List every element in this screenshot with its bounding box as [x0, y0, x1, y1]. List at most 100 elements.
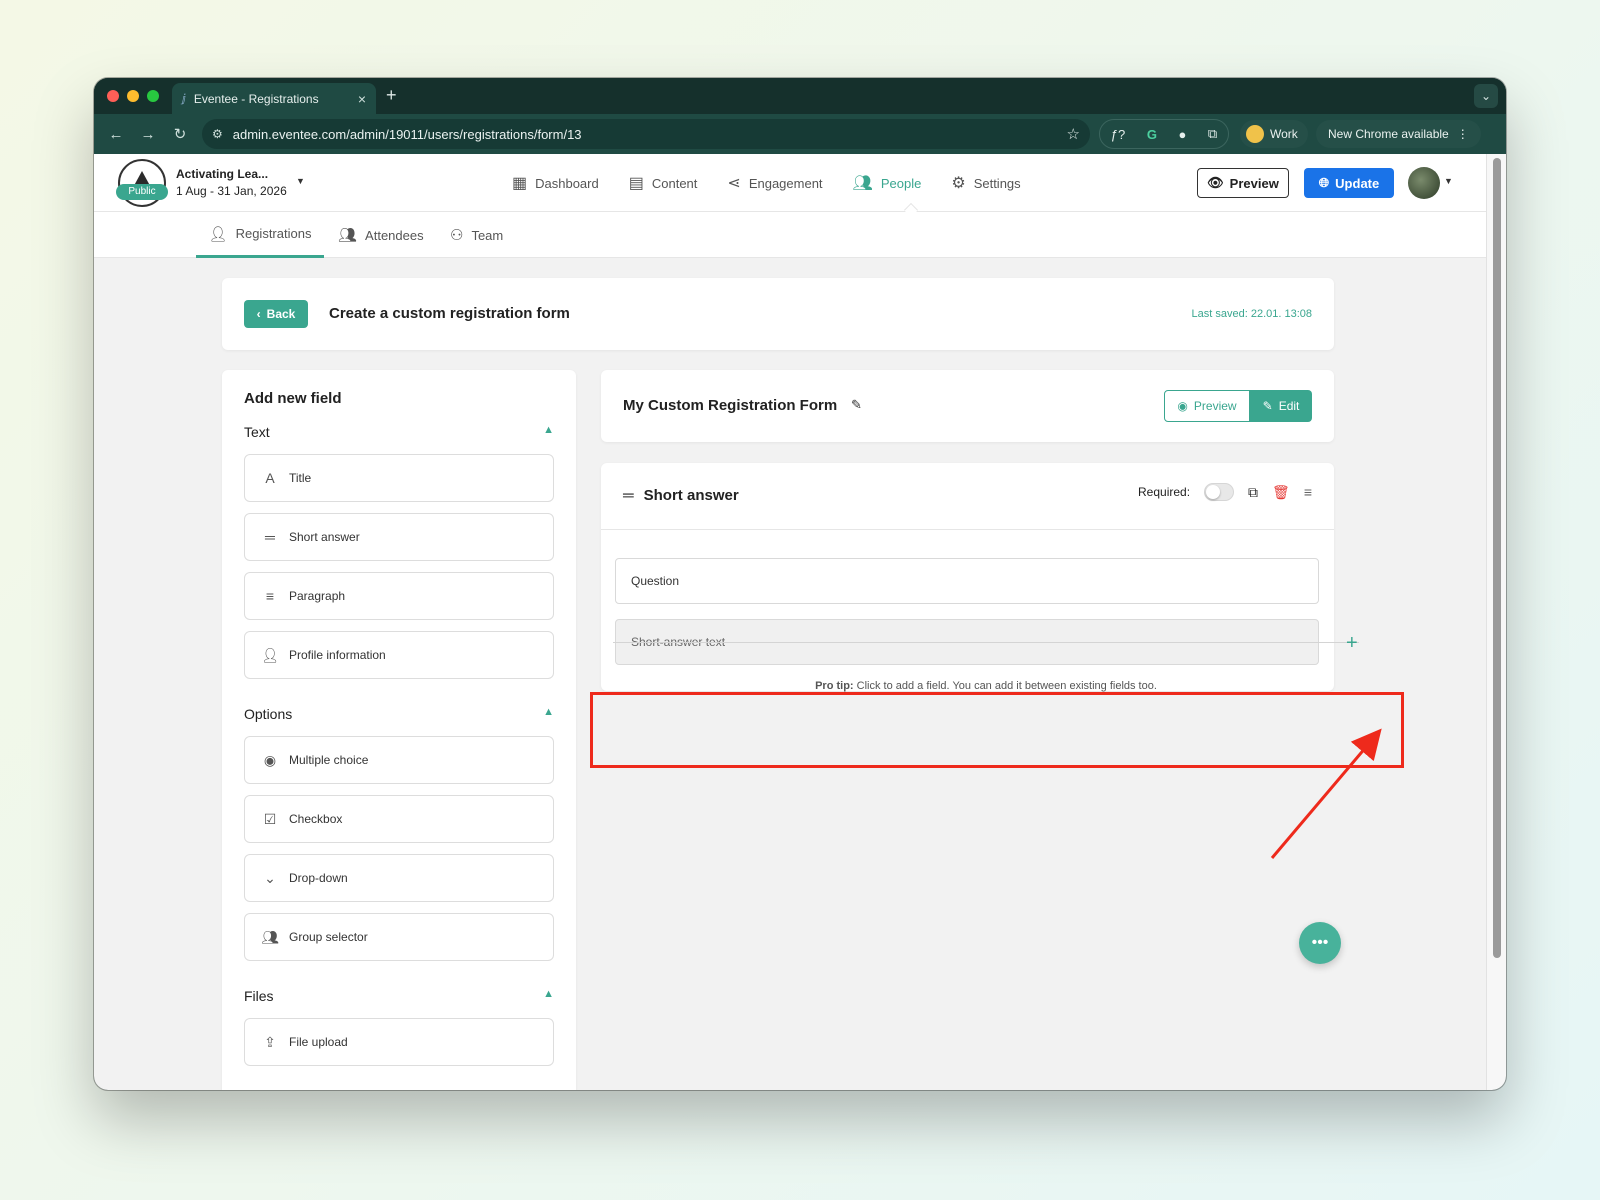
section-files-header[interactable]: Files ▲ [244, 988, 554, 1004]
field-paragraph-button[interactable]: ≡ Paragraph [244, 572, 554, 620]
field-group-selector-button[interactable]: 👥︎ Group selector [244, 913, 554, 961]
forward-arrow-icon[interactable]: → [132, 126, 164, 143]
user-check-icon: 👤︎ [208, 225, 228, 243]
puzzle-extensions-icon[interactable]: ⧉ [1208, 126, 1217, 142]
field-title-button[interactable]: A Title [244, 454, 554, 502]
nav-settings[interactable]: ⚙ Settings [951, 173, 1020, 193]
pro-tip-text: Click to add a field. You can add it bet… [856, 680, 1157, 692]
question-input[interactable]: Question [615, 558, 1319, 604]
close-tab-icon[interactable]: × [358, 91, 366, 107]
pro-tip: Pro tip: Click to add a field. You can a… [613, 680, 1359, 692]
form-header-card: ‹ Back Create a custom registration form… [222, 278, 1334, 350]
nav-label: Dashboard [535, 175, 599, 191]
field-multiple-choice-button[interactable]: ◉ Multiple choice [244, 736, 554, 784]
section-label: Text [244, 424, 270, 440]
chat-bubble-icon: ••• [1311, 934, 1329, 951]
nav-label: Content [651, 175, 698, 191]
close-window-button[interactable] [107, 90, 119, 102]
profile-chip[interactable]: Work [1240, 120, 1308, 148]
tab-search-chevron-icon[interactable]: ⌄ [1474, 84, 1498, 108]
event-name[interactable]: Activating Lea... [176, 167, 268, 181]
extensions-group: ƒ? G ● ⧉ [1099, 119, 1229, 149]
chrome-update-label: New Chrome available [1328, 127, 1449, 141]
new-tab-button[interactable]: + [386, 85, 397, 106]
file-upload-icon: ⇪ [264, 1033, 276, 1050]
font-extension-icon[interactable]: ƒ? [1111, 127, 1125, 142]
dropper-extension-icon[interactable]: ● [1179, 127, 1187, 142]
form-edit-button[interactable]: ✎ Edit [1250, 390, 1312, 422]
section-text-header[interactable]: Text ▲ [244, 424, 554, 440]
trash-icon[interactable]: 🗑︎ [1272, 484, 1290, 501]
section-label: Options [244, 706, 293, 722]
reload-icon[interactable]: ↻ [164, 125, 196, 143]
add-field-divider[interactable] [613, 642, 1359, 643]
back-button[interactable]: ‹ Back [244, 300, 308, 328]
required-toggle[interactable] [1204, 483, 1235, 501]
field-dropdown-button[interactable]: ⌄ Drop-down [244, 854, 554, 902]
nav-content[interactable]: ▤ Content [629, 173, 698, 193]
browser-window: ⅉ Eventee - Registrations × + ⌄ ← → ↻ ⚙ … [94, 78, 1506, 1090]
nav-label: Settings [973, 175, 1021, 191]
required-label: Required: [1138, 485, 1191, 499]
pro-tip-bold: Pro tip: [815, 680, 854, 692]
divider [601, 529, 1334, 530]
chevron-up-icon[interactable]: ▲ [543, 706, 554, 722]
add-field-plus-icon[interactable]: + [1346, 632, 1358, 655]
chevron-up-icon[interactable]: ▲ [543, 988, 554, 1004]
page-scrollbar[interactable] [1486, 154, 1506, 1090]
duplicate-icon[interactable]: ⧉ [1248, 484, 1258, 501]
nav-people[interactable]: 👥︎ People [853, 173, 922, 193]
subnav-attendees[interactable]: 👥︎ Attendees [338, 212, 424, 258]
page-title: Create a custom registration form [329, 305, 570, 322]
field-label: Multiple choice [289, 753, 369, 767]
address-bar[interactable]: ⚙ admin.eventee.com/admin/19011/users/re… [202, 119, 1090, 149]
profile-avatar-icon [1246, 125, 1264, 143]
field-label: Profile information [289, 648, 386, 662]
dropdown-circle-icon: ⌄ [264, 869, 276, 886]
field-profile-info-button[interactable]: 👤︎ Profile information [244, 631, 554, 679]
update-button[interactable]: 🌐︎ Update [1304, 168, 1394, 198]
back-label: Back [266, 307, 296, 321]
subnav-team[interactable]: ⚇ Team [450, 212, 503, 258]
event-switcher-caret-icon[interactable]: ▼ [296, 176, 305, 186]
pencil-icon[interactable]: ✎ [851, 397, 862, 413]
dashboard-icon: ▦ [512, 175, 528, 192]
scroll-thumb[interactable] [1493, 158, 1501, 958]
field-label: Drop-down [289, 871, 348, 885]
form-name: My Custom Registration Form [623, 397, 838, 414]
back-arrow-icon[interactable]: ← [100, 126, 132, 143]
avatar-caret-icon[interactable]: ▼ [1444, 176, 1453, 186]
browser-tab[interactable]: ⅉ Eventee - Registrations × [172, 83, 376, 114]
drag-handle-icon[interactable]: ≡ [1304, 484, 1312, 500]
maximize-window-button[interactable] [147, 90, 159, 102]
radio-icon: ◉ [263, 751, 277, 768]
tab-strip: ⅉ Eventee - Registrations × + ⌄ [94, 78, 1506, 114]
grammarly-icon[interactable]: G [1147, 127, 1157, 142]
preview-event-button[interactable]: 👁︎ Preview [1197, 168, 1289, 198]
form-preview-button[interactable]: ◉ Preview [1164, 390, 1250, 422]
field-label: Short answer [289, 530, 360, 544]
url-text[interactable]: admin.eventee.com/admin/19011/users/regi… [233, 127, 1067, 142]
browser-toolbar: ← → ↻ ⚙ admin.eventee.com/admin/19011/us… [94, 114, 1506, 154]
chevron-up-icon[interactable]: ▲ [543, 424, 554, 440]
field-label: Checkbox [289, 812, 343, 826]
preview-label: Preview [1229, 175, 1279, 191]
chat-support-button[interactable]: ••• [1299, 922, 1341, 964]
nav-engagement[interactable]: ⋖ Engagement [727, 173, 822, 193]
minimize-window-button[interactable] [127, 90, 139, 102]
chrome-update-chip[interactable]: New Chrome available ⋮ [1316, 120, 1481, 148]
subnav-registrations[interactable]: 👤︎ Registrations [196, 212, 324, 258]
section-options-header[interactable]: Options ▲ [244, 706, 554, 722]
nav-label: Engagement [748, 175, 823, 191]
question-type-label: Short answer [643, 487, 739, 504]
bookmark-star-icon[interactable]: ☆ [1067, 125, 1080, 143]
kebab-menu-icon[interactable]: ⋮ [1457, 127, 1469, 141]
nav-dashboard[interactable]: ▦ Dashboard [512, 173, 599, 193]
site-settings-icon[interactable]: ⚙ [212, 127, 223, 141]
checkbox-icon: ☑ [263, 810, 277, 827]
field-short-answer-button[interactable]: ═ Short answer [244, 513, 554, 561]
field-checkbox-button[interactable]: ☑ Checkbox [244, 795, 554, 843]
user-avatar[interactable] [1408, 167, 1440, 199]
field-label: Paragraph [289, 589, 346, 603]
field-file-upload-button[interactable]: ⇪ File upload [244, 1018, 554, 1066]
